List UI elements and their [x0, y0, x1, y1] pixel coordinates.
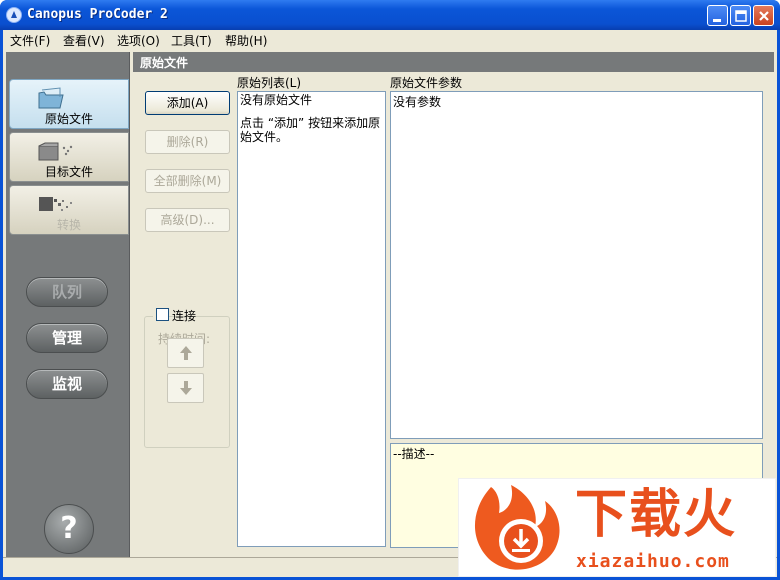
- description-text: --描述--: [393, 447, 435, 461]
- folder-open-icon: [38, 87, 64, 109]
- close-icon: [759, 11, 769, 21]
- app-logo-icon[interactable]: [6, 7, 22, 23]
- menu-view[interactable]: 查看(V): [63, 32, 105, 49]
- watermark-domain: xiazaihuo.com: [576, 551, 730, 572]
- left-nav-panel: 原始文件 目标文件 转换 队列 管理 监视 ?: [6, 52, 130, 557]
- minimize-button[interactable]: [707, 5, 728, 26]
- tab-source-files-label: 原始文件: [44, 112, 93, 126]
- convert-icon: [39, 197, 72, 211]
- queue-button[interactable]: 队列: [26, 277, 108, 307]
- concat-checkbox[interactable]: [156, 308, 169, 321]
- source-hint-line2: 始文件。: [240, 130, 289, 144]
- move-down-button[interactable]: [167, 373, 204, 403]
- menu-bar: 文件(F) 查看(V) 选项(O) 工具(T) 帮助(H): [3, 30, 777, 49]
- params-empty-text: 没有参数: [393, 95, 442, 109]
- menu-options[interactable]: 选项(O): [117, 32, 160, 49]
- app-window: Canopus ProCoder 2 文件(F) 查看(V) 选项(O) 工具(…: [0, 0, 780, 580]
- section-header: 原始文件: [133, 52, 774, 72]
- add-button[interactable]: 添加(A): [145, 91, 230, 115]
- concat-checkbox-row[interactable]: 连接: [153, 307, 196, 323]
- menu-file[interactable]: 文件(F): [10, 32, 50, 49]
- maximize-button[interactable]: [730, 5, 751, 26]
- tab-convert[interactable]: 转换: [9, 185, 129, 235]
- tab-convert-label: 转换: [56, 218, 81, 232]
- source-list[interactable]: 没有原始文件 点击 “添加” 按钮来添加原 始文件。: [237, 91, 386, 547]
- maximize-icon: [735, 10, 747, 22]
- params-label: 原始文件参数: [390, 76, 463, 90]
- concat-label: 连接: [172, 309, 197, 323]
- source-empty-text: 没有原始文件: [240, 93, 313, 107]
- params-box[interactable]: 没有参数: [390, 91, 763, 439]
- menu-help[interactable]: 帮助(H): [225, 32, 267, 49]
- window-title: Canopus ProCoder 2: [27, 7, 168, 22]
- folder-target-icon: [38, 142, 73, 161]
- title-bar[interactable]: Canopus ProCoder 2: [0, 0, 780, 30]
- flame-logo-icon: [474, 485, 560, 570]
- tab-target-files-label: 目标文件: [44, 165, 93, 179]
- help-button[interactable]: ?: [44, 504, 94, 554]
- advanced-button[interactable]: 高级(D)...: [145, 208, 230, 232]
- monitor-button[interactable]: 监视: [26, 369, 108, 399]
- delete-button[interactable]: 删除(R): [145, 130, 230, 154]
- minimize-icon: [713, 19, 721, 22]
- move-up-button[interactable]: [167, 338, 204, 368]
- watermark-title: 下载火: [575, 485, 738, 545]
- source-list-label: 原始列表(L): [237, 76, 302, 90]
- arrow-up-icon: [180, 346, 192, 360]
- tab-target-files[interactable]: 目标文件: [9, 132, 129, 182]
- source-hint-line1: 点击 “添加” 按钮来添加原: [240, 116, 381, 130]
- arrow-down-icon: [180, 381, 192, 395]
- watermark: 下载火 xiazaihuo.com: [458, 478, 776, 577]
- manage-button[interactable]: 管理: [26, 323, 108, 353]
- tab-source-files[interactable]: 原始文件: [9, 79, 129, 129]
- menu-tools[interactable]: 工具(T): [171, 32, 212, 49]
- delete-all-button[interactable]: 全部删除(M): [145, 169, 230, 193]
- close-button[interactable]: [753, 5, 774, 26]
